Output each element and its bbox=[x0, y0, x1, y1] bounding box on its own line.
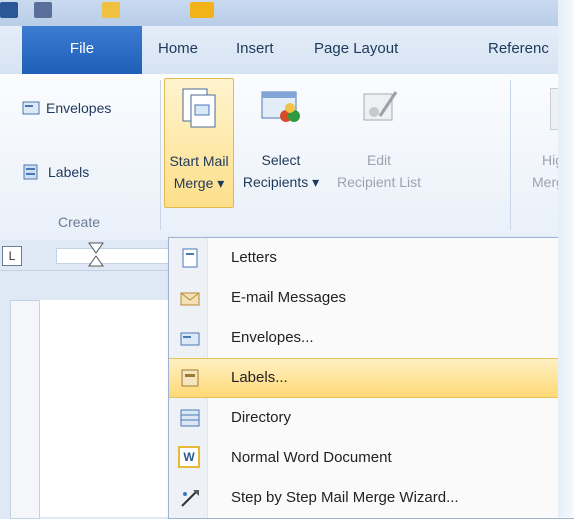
window-edge bbox=[558, 0, 574, 517]
envelopes-label: Envelopes bbox=[46, 100, 112, 116]
menu-item-label: Step by Step Mail Merge Wizard... bbox=[231, 489, 459, 506]
title-bar bbox=[0, 0, 574, 26]
wizard-icon bbox=[181, 490, 199, 507]
tab-file[interactable]: File bbox=[22, 26, 142, 74]
start-mail-merge-button[interactable]: Start Mail Merge ▾ bbox=[164, 78, 234, 208]
tab-insert[interactable]: Insert bbox=[236, 26, 274, 74]
start-mail-merge-icon bbox=[182, 88, 216, 128]
edit-recipient-list-icon bbox=[363, 91, 398, 121]
document-page[interactable] bbox=[40, 300, 174, 517]
menu-item-labels[interactable]: Labels... bbox=[169, 358, 574, 398]
menu-item-directory[interactable]: Directory bbox=[169, 398, 574, 438]
envelope-icon bbox=[22, 101, 40, 115]
select-recipients-icon bbox=[261, 91, 300, 122]
letter-icon bbox=[182, 248, 198, 268]
menu-item-normal-word-document[interactable]: W Normal Word Document bbox=[169, 438, 574, 478]
menu-item-mail-merge-wizard[interactable]: Step by Step Mail Merge Wizard... bbox=[169, 478, 574, 518]
select-recipients-label-line1: Select bbox=[261, 152, 301, 168]
vertical-ruler[interactable] bbox=[10, 300, 40, 519]
start-mail-merge-label-line1: Start Mail bbox=[169, 153, 229, 169]
tab-selector-icon[interactable]: L bbox=[2, 246, 22, 266]
menu-item-email-messages[interactable]: E-mail Messages bbox=[169, 278, 574, 318]
tab-references[interactable]: Referenc bbox=[488, 26, 549, 74]
folder-icon[interactable] bbox=[102, 2, 120, 18]
edit-recipient-list-button[interactable]: Edit Recipient List bbox=[328, 78, 430, 206]
menu-item-envelopes[interactable]: Envelopes... bbox=[169, 318, 574, 358]
menu-item-label: Envelopes... bbox=[231, 329, 314, 346]
menu-item-label: E-mail Messages bbox=[231, 289, 347, 306]
undo-icon[interactable] bbox=[190, 2, 214, 18]
menu-item-label: Labels... bbox=[231, 369, 288, 386]
ribbon-mailings: Envelopes Labels Create Start Mail Merge… bbox=[0, 74, 574, 241]
horizontal-ruler[interactable]: L bbox=[0, 240, 172, 271]
tab-page-layout[interactable]: Page Layout bbox=[314, 26, 398, 74]
tab-home[interactable]: Home bbox=[158, 26, 198, 74]
edit-recipient-list-label-line2: Recipient List bbox=[336, 174, 422, 190]
group-separator bbox=[160, 80, 161, 230]
menu-item-letters[interactable]: Letters bbox=[169, 238, 574, 278]
email-icon bbox=[180, 292, 200, 306]
select-recipients-label-line2: Recipients ▾ bbox=[242, 174, 320, 190]
group-separator bbox=[510, 80, 511, 230]
ruler-track bbox=[56, 248, 172, 264]
select-recipients-button[interactable]: Select Recipients ▾ bbox=[236, 78, 326, 206]
edit-recipient-list-label-line1: Edit bbox=[366, 152, 392, 168]
envelope-icon bbox=[180, 332, 200, 346]
envelopes-button[interactable]: Envelopes bbox=[22, 100, 111, 116]
menu-item-label: Normal Word Document bbox=[231, 449, 392, 466]
labels-button[interactable]: Labels bbox=[22, 164, 89, 180]
label-sheet-icon bbox=[23, 164, 38, 180]
create-group-label: Create bbox=[58, 214, 101, 230]
word-app-icon bbox=[0, 2, 18, 18]
menu-item-label: Letters bbox=[231, 249, 277, 266]
menu-item-label: Directory bbox=[231, 409, 292, 426]
labels-icon bbox=[181, 369, 199, 387]
save-icon[interactable] bbox=[34, 2, 52, 18]
indent-marker-icon[interactable] bbox=[88, 242, 104, 268]
start-mail-merge-label-line2: Merge ▾ bbox=[173, 175, 225, 191]
word-document-icon: W bbox=[178, 446, 200, 468]
labels-label: Labels bbox=[48, 164, 90, 180]
directory-icon bbox=[180, 409, 200, 427]
start-mail-merge-dropdown: Letters E-mail Messages Envelopes... Lab… bbox=[168, 237, 574, 519]
